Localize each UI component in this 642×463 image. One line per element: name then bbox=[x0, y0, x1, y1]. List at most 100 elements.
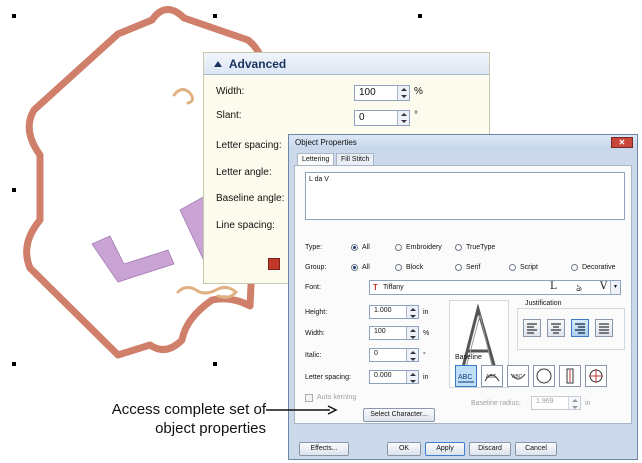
group-option-decorative: Decorative bbox=[582, 264, 616, 271]
group-radio-decorative[interactable] bbox=[571, 264, 578, 271]
baseline-straight-button[interactable]: ABC bbox=[455, 365, 477, 387]
group-option-serif: Serif bbox=[466, 264, 481, 271]
width-label: Width: bbox=[305, 330, 325, 337]
selection-handle[interactable] bbox=[418, 14, 422, 18]
baseline-radius-spinbox[interactable]: 1.969 bbox=[531, 396, 581, 410]
selection-handle[interactable] bbox=[213, 362, 217, 366]
properties-icon[interactable] bbox=[268, 258, 280, 270]
svg-text:ABC: ABC bbox=[512, 374, 523, 380]
align-justify-icon bbox=[599, 323, 609, 334]
align-center-icon bbox=[551, 323, 561, 334]
close-icon[interactable]: ✕ bbox=[611, 137, 633, 148]
baseline-vertical-button[interactable] bbox=[559, 365, 581, 387]
type-label: Type: bbox=[305, 244, 323, 251]
font-label: Font: bbox=[305, 284, 321, 291]
baseline-arc-icon: ABC bbox=[484, 374, 500, 382]
align-justify-button[interactable] bbox=[595, 319, 613, 337]
selection-handle[interactable] bbox=[12, 362, 16, 366]
spin-arrows-icon[interactable] bbox=[406, 306, 418, 318]
baseline-arc-down-icon: ABC bbox=[510, 373, 526, 380]
chevron-down-icon[interactable]: ▾ bbox=[610, 281, 620, 294]
selection-handle[interactable] bbox=[213, 14, 217, 18]
width-value: 100 bbox=[359, 87, 376, 98]
auto-kerning-checkbox[interactable] bbox=[305, 394, 313, 402]
select-character-button[interactable]: Select Character... bbox=[363, 408, 435, 422]
slant-unit: ° bbox=[414, 110, 418, 121]
spin-arrows-icon[interactable] bbox=[406, 371, 418, 383]
type-radio-truetype[interactable] bbox=[455, 244, 462, 251]
baseline-straight-icon: ABC bbox=[458, 374, 474, 383]
callout-line-1: Access complete set of bbox=[111, 401, 266, 418]
group-radio-script[interactable] bbox=[509, 264, 516, 271]
spin-arrows-icon[interactable] bbox=[397, 111, 409, 125]
lettering-tab-panel: L da V Type: All Embroidery TrueType Gro… bbox=[294, 165, 632, 424]
height-label: Height: bbox=[305, 309, 328, 316]
cancel-button[interactable]: Cancel bbox=[515, 442, 557, 456]
type-radio-embroidery[interactable] bbox=[395, 244, 402, 251]
italic-value: 0 bbox=[374, 350, 378, 357]
italic-label: Italic: bbox=[305, 352, 322, 359]
discard-button[interactable]: Discard bbox=[469, 442, 511, 456]
height-spinbox[interactable]: 1.000 bbox=[369, 305, 419, 319]
baseline-freeform-icon bbox=[589, 369, 603, 383]
ok-button[interactable]: OK bbox=[387, 442, 421, 456]
spin-arrows-icon[interactable] bbox=[568, 397, 580, 409]
baseline-radius-label: Baseline radius: bbox=[471, 400, 521, 407]
type-option-embroidery: Embroidery bbox=[406, 244, 442, 251]
letter-spacing-spinbox[interactable]: 0.000 bbox=[369, 370, 419, 384]
slant-spinbox[interactable]: 0 bbox=[354, 110, 410, 126]
callout-arrow bbox=[266, 405, 338, 415]
collapse-triangle-icon[interactable] bbox=[214, 61, 222, 67]
font-select[interactable]: T Tiffany L ঌ V ▾ bbox=[369, 280, 621, 295]
svg-text:ABC: ABC bbox=[486, 374, 497, 380]
type-radio-all[interactable] bbox=[351, 244, 358, 251]
baseline-circle-button[interactable] bbox=[533, 365, 555, 387]
group-option-script: Script bbox=[520, 264, 538, 271]
selection-handle[interactable] bbox=[12, 188, 16, 192]
group-option-block: Block bbox=[406, 264, 424, 271]
align-left-button[interactable] bbox=[523, 319, 541, 337]
align-left-icon bbox=[527, 323, 537, 334]
width-value: 100 bbox=[374, 328, 386, 335]
align-right-button[interactable] bbox=[571, 319, 589, 337]
align-center-button[interactable] bbox=[547, 319, 565, 337]
spin-arrows-icon[interactable] bbox=[406, 327, 418, 339]
letter-spacing-label: Letter spacing: bbox=[216, 140, 282, 151]
lettering-text-value: L da V bbox=[309, 176, 329, 183]
group-radio-serif[interactable] bbox=[455, 264, 462, 271]
letter-angle-label: Letter angle: bbox=[216, 167, 272, 178]
baseline-freeform-button[interactable] bbox=[585, 365, 607, 387]
group-radio-all[interactable] bbox=[351, 264, 358, 271]
dialog-titlebar[interactable]: Object Properties bbox=[289, 135, 637, 150]
italic-spinbox[interactable]: 0 bbox=[369, 348, 419, 362]
width-spinbox[interactable]: 100 bbox=[354, 85, 410, 101]
baseline-vertical-icon bbox=[566, 368, 574, 384]
width-unit: % bbox=[414, 86, 423, 97]
baseline-label: Baseline bbox=[455, 354, 482, 361]
letter-spacing-value: 0.000 bbox=[374, 372, 392, 379]
width-spinbox[interactable]: 100 bbox=[369, 326, 419, 340]
type-option-truetype: TrueType bbox=[466, 244, 496, 251]
baseline-radius-unit: in bbox=[585, 400, 591, 407]
width-label: Width: bbox=[216, 86, 245, 97]
height-value: 1.000 bbox=[374, 307, 392, 314]
slant-label: Slant: bbox=[216, 110, 242, 121]
width-unit: % bbox=[423, 330, 430, 337]
advanced-panel-title: Advanced bbox=[228, 57, 287, 71]
spin-arrows-icon[interactable] bbox=[397, 86, 409, 100]
group-option-all: All bbox=[362, 264, 370, 271]
group-label: Group: bbox=[305, 264, 327, 271]
effects-button[interactable]: Effects... bbox=[299, 442, 349, 456]
object-properties-dialog: Object Properties ✕ Lettering Fill Stitc… bbox=[288, 134, 638, 460]
callout-text: Access complete set of object properties bbox=[40, 400, 266, 438]
baseline-radius-value: 1.969 bbox=[536, 398, 554, 405]
lettering-text-input[interactable]: L da V bbox=[305, 172, 625, 220]
baseline-arc-down-button[interactable]: ABC bbox=[507, 365, 529, 387]
apply-button[interactable]: Apply bbox=[425, 442, 465, 456]
group-radio-block[interactable] bbox=[395, 264, 402, 271]
advanced-panel-header[interactable]: Advanced bbox=[204, 53, 489, 75]
spin-arrows-icon[interactable] bbox=[406, 349, 418, 361]
selection-handle[interactable] bbox=[12, 14, 16, 18]
font-preview-glyph: V bbox=[600, 281, 608, 292]
baseline-arc-up-button[interactable]: ABC bbox=[481, 365, 503, 387]
